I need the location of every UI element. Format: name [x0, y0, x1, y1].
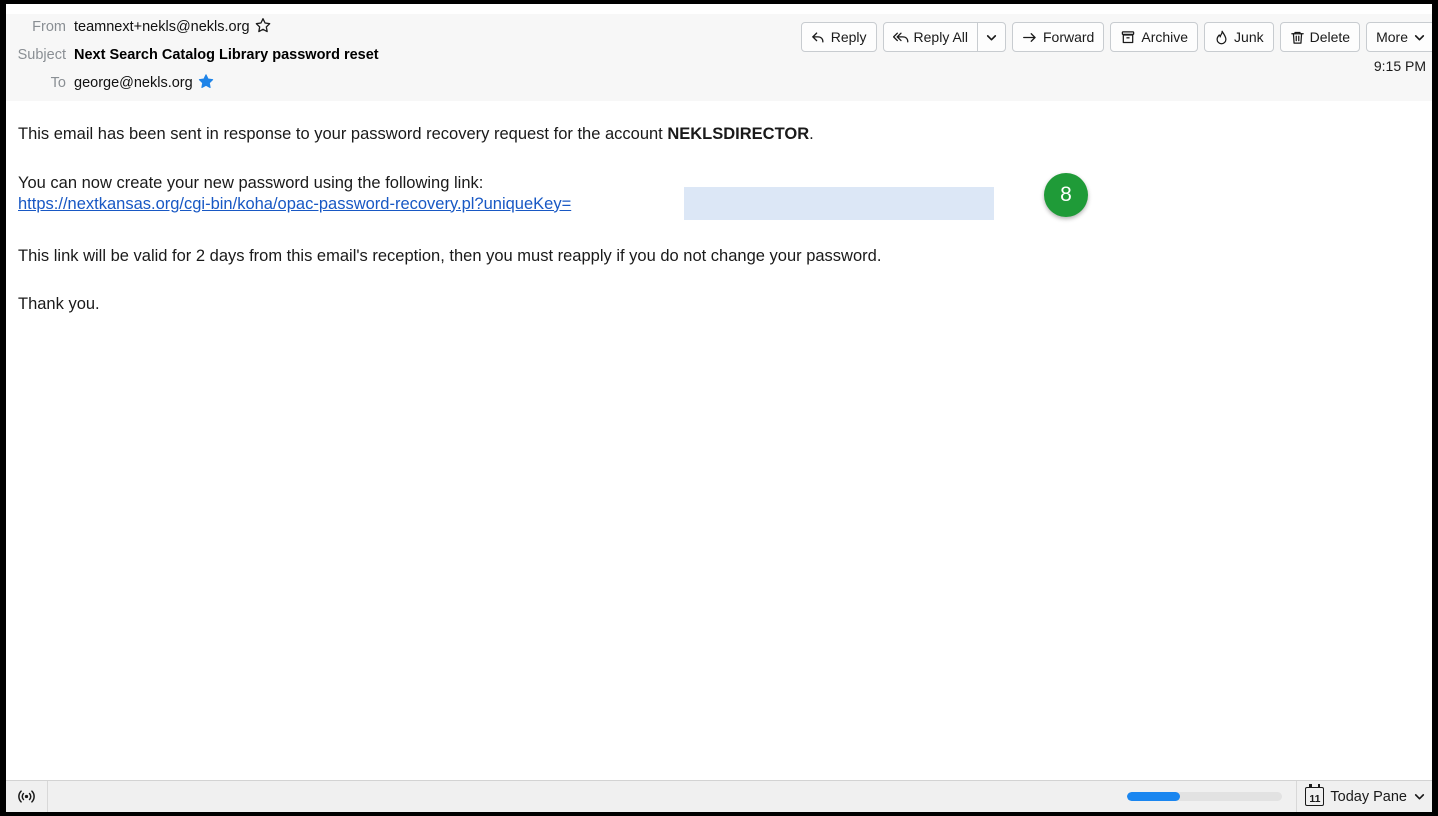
account-name: NEKLSDIRECTOR	[667, 125, 810, 143]
reply-all-button[interactable]: Reply All	[884, 23, 977, 51]
archive-label: Archive	[1141, 29, 1189, 45]
message-timestamp: 9:15 PM	[1373, 58, 1426, 74]
body-paragraph-4: Thank you.	[18, 295, 100, 314]
password-reset-link-row: https://nextkansas.org/cgi-bin/koha/opac…	[18, 172, 1432, 220]
broadcast-icon	[17, 787, 36, 806]
connection-status-button[interactable]	[6, 780, 48, 812]
flame-icon	[1214, 30, 1229, 45]
password-reset-link[interactable]: https://nextkansas.org/cgi-bin/koha/opac…	[18, 195, 571, 213]
to-row: To george@nekls.org	[6, 70, 1432, 96]
reply-all-dropdown-button[interactable]	[977, 23, 1005, 51]
reply-button[interactable]: Reply	[800, 22, 877, 52]
junk-label: Junk	[1234, 29, 1264, 45]
more-label: More	[1376, 29, 1408, 45]
chevron-down-icon	[1413, 790, 1426, 803]
forward-label: Forward	[1043, 29, 1095, 45]
star-filled-icon[interactable]	[198, 73, 214, 93]
more-button[interactable]: More	[1366, 22, 1432, 52]
forward-button[interactable]: Forward	[1012, 22, 1105, 52]
archive-box-icon	[1120, 30, 1136, 45]
progress-bar-fill	[1127, 792, 1181, 801]
message-body: This email has been sent in response to …	[6, 101, 1432, 780]
body-paragraph-1: This email has been sent in response to …	[18, 123, 1432, 146]
reply-arrow-icon	[811, 30, 826, 45]
chevron-down-icon	[1413, 31, 1426, 44]
reply-all-split-button: Reply All	[882, 22, 1006, 52]
step-badge: 8	[1044, 172, 1088, 217]
today-pane-label: Today Pane	[1330, 788, 1407, 805]
chevron-down-icon	[985, 31, 998, 44]
status-bar: 11 Today Pane	[6, 780, 1432, 812]
body-line1-suffix: .	[809, 125, 814, 143]
from-address[interactable]: teamnext+nekls@nekls.org	[74, 19, 250, 35]
reply-label: Reply	[830, 29, 867, 45]
body-line1-prefix: This email has been sent in response to …	[18, 125, 668, 143]
forward-arrow-icon	[1022, 30, 1038, 45]
redacted-key-block	[684, 186, 994, 220]
junk-button[interactable]: Junk	[1204, 22, 1274, 52]
star-outline-icon[interactable]	[255, 17, 271, 37]
reply-all-label: Reply All	[913, 29, 968, 45]
to-label: To	[50, 75, 66, 91]
delete-button[interactable]: Delete	[1279, 22, 1361, 52]
calendar-day-number: 11	[1309, 792, 1321, 805]
screenshot-root: From teamnext+nekls@nekls.org Subject Ne…	[0, 0, 1438, 816]
to-address[interactable]: george@nekls.org	[74, 75, 193, 91]
delete-label: Delete	[1309, 29, 1351, 45]
message-toolbar: Reply Reply All Forward Archive Junk Del…	[800, 22, 1432, 52]
calendar-icon: 11	[1305, 784, 1325, 806]
reply-all-arrow-icon	[892, 30, 909, 45]
message-header: From teamnext+nekls@nekls.org Subject Ne…	[6, 14, 1432, 110]
progress-bar	[1127, 792, 1283, 801]
message-window: From teamnext+nekls@nekls.org Subject Ne…	[6, 4, 1432, 812]
body-paragraph-3: This link will be valid for 2 days from …	[18, 246, 882, 265]
today-pane-button[interactable]: 11 Today Pane	[1296, 780, 1432, 812]
archive-button[interactable]: Archive	[1110, 22, 1199, 52]
trash-icon	[1290, 30, 1305, 45]
subject-text: Next Search Catalog Library password res…	[74, 47, 379, 63]
from-label: From	[32, 19, 66, 35]
subject-label: Subject	[17, 47, 66, 63]
